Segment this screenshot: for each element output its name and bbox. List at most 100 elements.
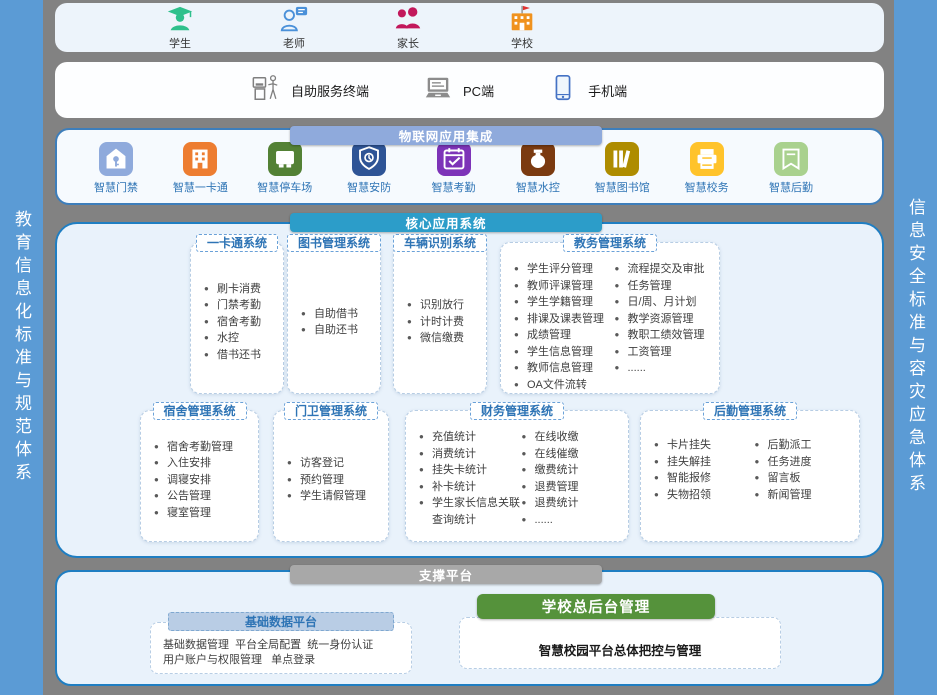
iot-app-4: 智慧考勤 bbox=[419, 142, 489, 195]
item-list: 学生评分管理教师评课管理学生学籍管理排课及课表管理成绩管理学生信息管理教师信息管… bbox=[514, 261, 615, 385]
pc-icon bbox=[423, 73, 453, 108]
system-box-2: 车辆识别系统识别放行计时计费微信缴费 bbox=[393, 242, 487, 394]
box-columns: 学生评分管理教师评课管理学生学籍管理排课及课表管理成绩管理学生信息管理教师信息管… bbox=[501, 243, 719, 393]
item-list: 充值统计消费统计挂失卡统计补卡统计学生家长信息关联查询统计 bbox=[419, 429, 522, 533]
list-item: 学生家长信息关联查询统计 bbox=[419, 495, 522, 528]
list-item: 留言板 bbox=[755, 470, 856, 487]
list-item: 识别放行 bbox=[407, 297, 482, 314]
item-list: 卡片挂失挂失解挂智能报修失物招领 bbox=[654, 437, 755, 533]
iot-app-3: 智慧安防 bbox=[334, 142, 404, 195]
list-item: 学生请假管理 bbox=[287, 488, 384, 505]
base-platform-line: 用户账户与权限管理 单点登录 bbox=[163, 653, 411, 668]
list-item: 刷卡消费 bbox=[204, 281, 279, 298]
item-list: 后勤派工任务进度留言板新闻管理 bbox=[755, 437, 856, 533]
iot-panel-banner: 物联网应用集成 bbox=[290, 126, 602, 145]
list-item: 缴费统计 bbox=[522, 462, 625, 479]
device-label: 手机端 bbox=[588, 81, 627, 100]
library-icon bbox=[605, 142, 639, 176]
user-roles-panel: 学生 老师 家长 学校 bbox=[55, 3, 884, 52]
security-icon bbox=[352, 142, 386, 176]
system-box-0: 一卡通系统刷卡消费门禁考勤宿舍考勤水控借书还书 bbox=[190, 242, 284, 394]
user-label: 学生 bbox=[169, 35, 191, 51]
support-panel-banner: 支撑平台 bbox=[290, 565, 602, 584]
list-item: 日/周、月计划 bbox=[615, 294, 716, 311]
box-columns: 刷卡消费门禁考勤宿舍考勤水控借书还书 bbox=[191, 243, 283, 393]
user-label: 学校 bbox=[511, 35, 533, 51]
device-group-1: PC端 bbox=[423, 73, 494, 108]
list-item: 门禁考勤 bbox=[204, 297, 279, 314]
list-item: 借书还书 bbox=[204, 347, 279, 364]
right-standard-bar: 信息安全标准与容灾应急体系 bbox=[894, 0, 937, 695]
box-columns: 访客登记预约管理学生请假管理 bbox=[274, 411, 388, 541]
list-item: 调寝安排 bbox=[154, 472, 254, 489]
iot-app-1: 智慧一卡通 bbox=[165, 142, 235, 195]
user-label: 家长 bbox=[397, 35, 419, 51]
smart-campus-architecture-diagram: 教育信息化标准与规范体系 信息安全标准与容灾应急体系 学生 老师 家长 学校 自助服务… bbox=[0, 0, 937, 695]
iot-applications-panel: 物联网应用集成 智慧门禁智慧一卡通智慧停车场智慧安防智慧考勤智慧水控智慧图书馆智… bbox=[55, 128, 884, 205]
iot-app-label: 智慧水控 bbox=[516, 179, 560, 195]
list-item: 学生评分管理 bbox=[514, 261, 615, 278]
iot-app-7: 智慧校务 bbox=[672, 142, 742, 195]
device-label: PC端 bbox=[463, 81, 494, 100]
system-box-title: 教务管理系统 bbox=[563, 234, 657, 252]
water-icon bbox=[521, 142, 555, 176]
list-item: 访客登记 bbox=[287, 455, 384, 472]
onecard-icon bbox=[183, 142, 217, 176]
list-item: 学生学籍管理 bbox=[514, 294, 615, 311]
system-box-title: 车辆识别系统 bbox=[393, 234, 487, 252]
user-group-1: 老师 bbox=[265, 4, 323, 51]
list-item: 新闻管理 bbox=[755, 487, 856, 504]
list-item: 补卡统计 bbox=[419, 479, 522, 496]
list-item: 自助还书 bbox=[301, 322, 376, 339]
box-columns: 充值统计消费统计挂失卡统计补卡统计学生家长信息关联查询统计在线收缴在线催缴缴费统… bbox=[406, 411, 628, 541]
list-item: 工资管理 bbox=[615, 344, 716, 361]
iot-app-label: 智慧门禁 bbox=[94, 179, 138, 195]
list-item: 教学资源管理 bbox=[615, 311, 716, 328]
user-group-2: 家长 bbox=[379, 4, 437, 51]
device-group-0: 自助服务终端 bbox=[251, 73, 369, 108]
device-group-2: 手机端 bbox=[548, 73, 627, 108]
list-item: 在线催缴 bbox=[522, 446, 625, 463]
list-item: 挂失卡统计 bbox=[419, 462, 522, 479]
list-item: OA文件流转 bbox=[514, 377, 615, 394]
system-box-title: 门卫管理系统 bbox=[284, 402, 378, 420]
list-item: ...... bbox=[522, 512, 625, 529]
box-columns: 宿舍考勤管理入住安排调寝安排公告管理寝室管理 bbox=[141, 411, 258, 541]
system-box-title: 宿舍管理系统 bbox=[152, 402, 246, 420]
system-box-5: 门卫管理系统访客登记预约管理学生请假管理 bbox=[273, 410, 389, 542]
list-item: 寝室管理 bbox=[154, 505, 254, 522]
list-item: 失物招领 bbox=[654, 487, 755, 504]
school-admin-banner: 学校总后台管理 bbox=[477, 594, 715, 619]
item-list: 自助借书自助还书 bbox=[301, 306, 376, 339]
parking-icon bbox=[268, 142, 302, 176]
user-label: 老师 bbox=[283, 35, 305, 51]
access-devices-panel: 自助服务终端 PC端 手机端 bbox=[55, 62, 884, 118]
system-box-4: 宿舍管理系统宿舍考勤管理入住安排调寝安排公告管理寝室管理 bbox=[140, 410, 259, 542]
iot-app-label: 智慧图书馆 bbox=[595, 179, 650, 195]
list-item: 计时计费 bbox=[407, 314, 482, 331]
box-columns: 自助借书自助还书 bbox=[288, 243, 380, 393]
list-item: 退费统计 bbox=[522, 495, 625, 512]
list-item: 流程提交及审批 bbox=[615, 261, 716, 278]
list-item: 卡片挂失 bbox=[654, 437, 755, 454]
user-group-3: 学校 bbox=[493, 4, 551, 51]
list-item: 学生信息管理 bbox=[514, 344, 615, 361]
device-label: 自助服务终端 bbox=[291, 81, 369, 100]
left-standard-bar-text: 教育信息化标准与规范体系 bbox=[9, 210, 34, 486]
support-platform-panel: 支撑平台 基础数据平台 基础数据管理 平台全局配置 统一身份认证 用户账户与权限… bbox=[55, 570, 884, 686]
system-box-title: 财务管理系统 bbox=[470, 402, 564, 420]
list-item: 宿舍考勤管理 bbox=[154, 439, 254, 456]
iot-app-6: 智慧图书馆 bbox=[587, 142, 657, 195]
list-item: 充值统计 bbox=[419, 429, 522, 446]
base-data-platform-title: 基础数据平台 bbox=[168, 612, 394, 631]
list-item: 退费管理 bbox=[522, 479, 625, 496]
list-item: 水控 bbox=[204, 330, 279, 347]
door-access-icon bbox=[99, 142, 133, 176]
iot-app-label: 智慧安防 bbox=[347, 179, 391, 195]
list-item: 任务管理 bbox=[615, 278, 716, 295]
list-item: 排课及课表管理 bbox=[514, 311, 615, 328]
users-row: 学生 老师 家长 学校 bbox=[55, 3, 884, 52]
list-item: 微信缴费 bbox=[407, 330, 482, 347]
left-standard-bar: 教育信息化标准与规范体系 bbox=[0, 0, 43, 695]
list-item: 成绩管理 bbox=[514, 327, 615, 344]
